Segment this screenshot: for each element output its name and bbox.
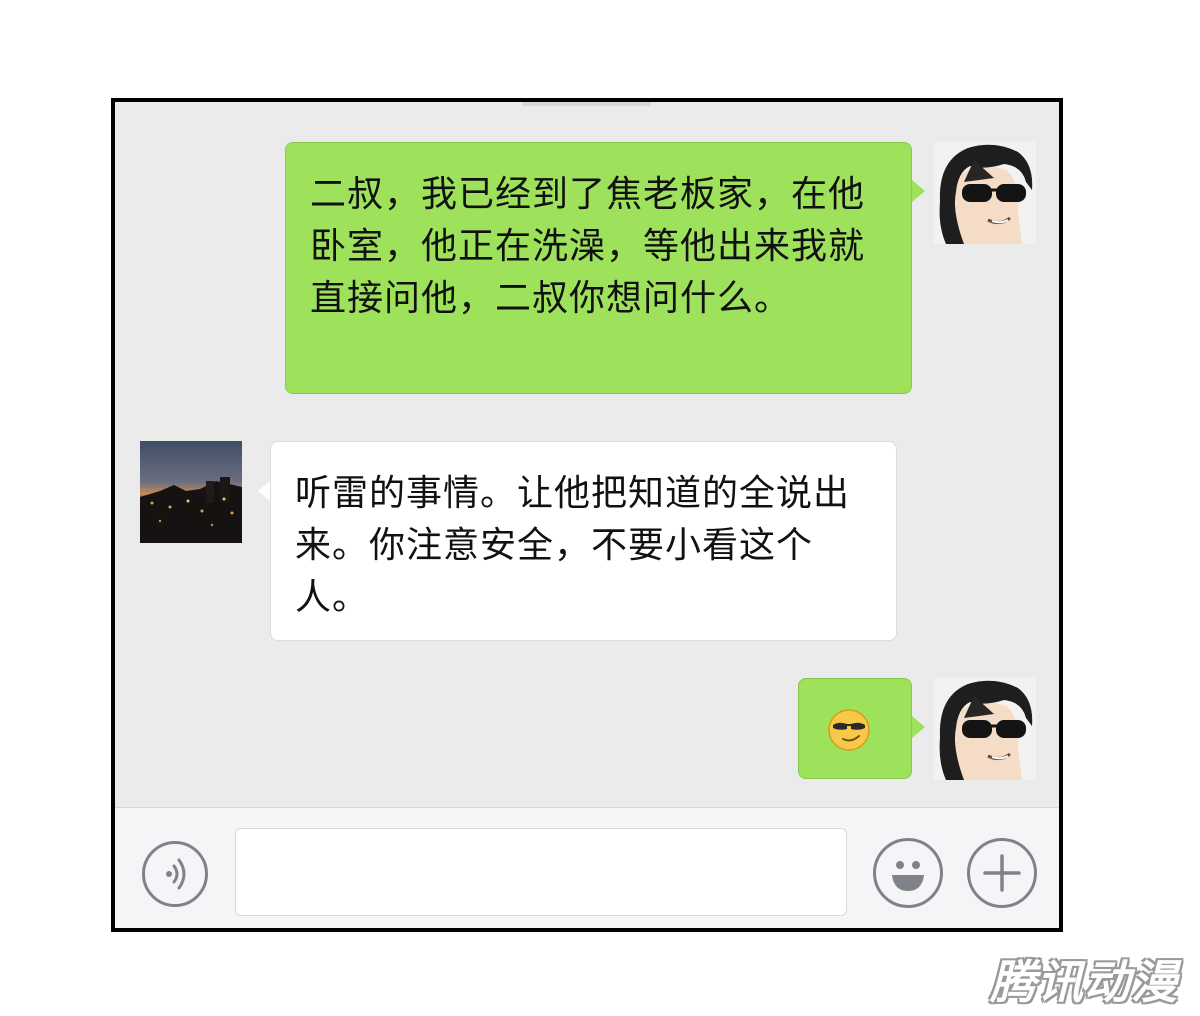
message-input[interactable] xyxy=(235,828,847,916)
plus-icon xyxy=(983,854,1021,892)
voice-wave-icon xyxy=(166,858,186,890)
sunglasses-smirk-emoji xyxy=(828,709,870,751)
chat-window: 二叔，我已经到了焦老板家，在他卧室，他正在洗澡，等他出来我就直接问他，二叔你想问… xyxy=(111,98,1063,932)
plus-button[interactable] xyxy=(967,838,1037,908)
my-emoji-bubble[interactable] xyxy=(798,678,912,779)
input-bar xyxy=(115,807,1059,928)
emoji-button[interactable] xyxy=(873,838,943,908)
contact-message-bubble[interactable]: 听雷的事情。让他把知道的全说出来。你注意安全，不要小看这个人。 xyxy=(270,441,897,641)
top-divider xyxy=(523,102,651,106)
bubble-tail xyxy=(912,180,925,202)
message-text: 听雷的事情。让他把知道的全说出来。你注意安全，不要小看这个人。 xyxy=(295,473,851,618)
my-avatar[interactable] xyxy=(934,678,1036,780)
message-text: 二叔，我已经到了焦老板家，在他卧室，他正在洗澡，等他出来我就直接问他，二叔你想问… xyxy=(310,174,866,319)
bubble-tail xyxy=(912,716,925,738)
voice-button[interactable] xyxy=(142,841,208,907)
my-message-bubble[interactable]: 二叔，我已经到了焦老板家，在他卧室，他正在洗澡，等他出来我就直接问他，二叔你想问… xyxy=(285,142,912,394)
contact-avatar[interactable] xyxy=(140,441,242,543)
my-avatar[interactable] xyxy=(934,142,1036,244)
smiley-icon xyxy=(892,861,924,891)
watermark-logo: 腾讯动漫 xyxy=(990,955,1178,1009)
